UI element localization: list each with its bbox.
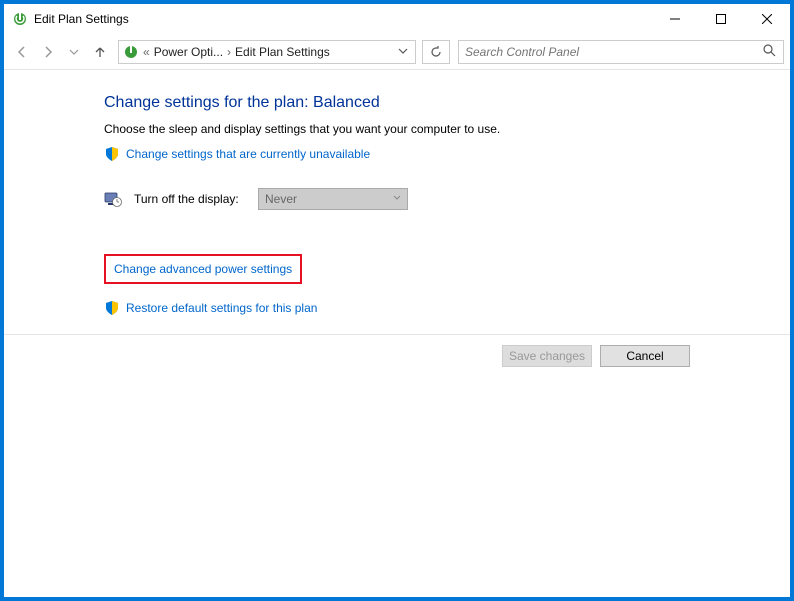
app-icon [12, 11, 28, 27]
search-box[interactable] [458, 40, 784, 64]
maximize-button[interactable] [698, 4, 744, 34]
chevron-down-icon [393, 194, 401, 205]
page-title: Change settings for the plan: Balanced [104, 94, 704, 112]
unavailable-settings-link[interactable]: Change settings that are currently unava… [126, 147, 370, 161]
display-timeout-row: Turn off the display: Never [104, 188, 704, 210]
cancel-button[interactable]: Cancel [600, 345, 690, 367]
unavailable-settings-row: Change settings that are currently unava… [104, 146, 704, 162]
restore-defaults-row: Restore default settings for this plan [104, 300, 704, 316]
display-timeout-dropdown[interactable]: Never [258, 188, 408, 210]
breadcrumb[interactable]: « Power Opti... › Edit Plan Settings [118, 40, 416, 64]
shield-icon [104, 146, 120, 162]
refresh-button[interactable] [422, 40, 450, 64]
back-button[interactable] [10, 40, 34, 64]
display-timeout-label: Turn off the display: [134, 192, 246, 206]
shield-icon [104, 300, 120, 316]
breadcrumb-dropdown[interactable] [395, 45, 411, 59]
save-button: Save changes [502, 345, 592, 367]
breadcrumb-crumb-2[interactable]: Edit Plan Settings [235, 45, 330, 59]
advanced-settings-link[interactable]: Change advanced power settings [114, 262, 292, 276]
location-icon [123, 44, 139, 60]
search-input[interactable] [465, 45, 763, 59]
window-title: Edit Plan Settings [34, 12, 129, 26]
window: Edit Plan Settings « Power [3, 3, 791, 598]
titlebar: Edit Plan Settings [4, 4, 790, 34]
restore-defaults-link[interactable]: Restore default settings for this plan [126, 301, 317, 315]
search-icon[interactable] [763, 44, 777, 60]
monitor-clock-icon [104, 190, 122, 208]
breadcrumb-crumb-1[interactable]: Power Opti... [154, 45, 223, 59]
display-timeout-value: Never [265, 192, 297, 206]
close-button[interactable] [744, 4, 790, 34]
button-row: Save changes Cancel [4, 335, 790, 367]
advanced-settings-highlight: Change advanced power settings [104, 254, 302, 284]
breadcrumb-ellipsis[interactable]: « [143, 45, 150, 59]
up-button[interactable] [88, 40, 112, 64]
forward-button[interactable] [36, 40, 60, 64]
content-area: Change settings for the plan: Balanced C… [4, 70, 790, 597]
recent-dropdown[interactable] [62, 40, 86, 64]
page-description: Choose the sleep and display settings th… [104, 122, 704, 136]
minimize-button[interactable] [652, 4, 698, 34]
chevron-right-icon: › [227, 45, 231, 59]
navbar: « Power Opti... › Edit Plan Settings [4, 34, 790, 70]
